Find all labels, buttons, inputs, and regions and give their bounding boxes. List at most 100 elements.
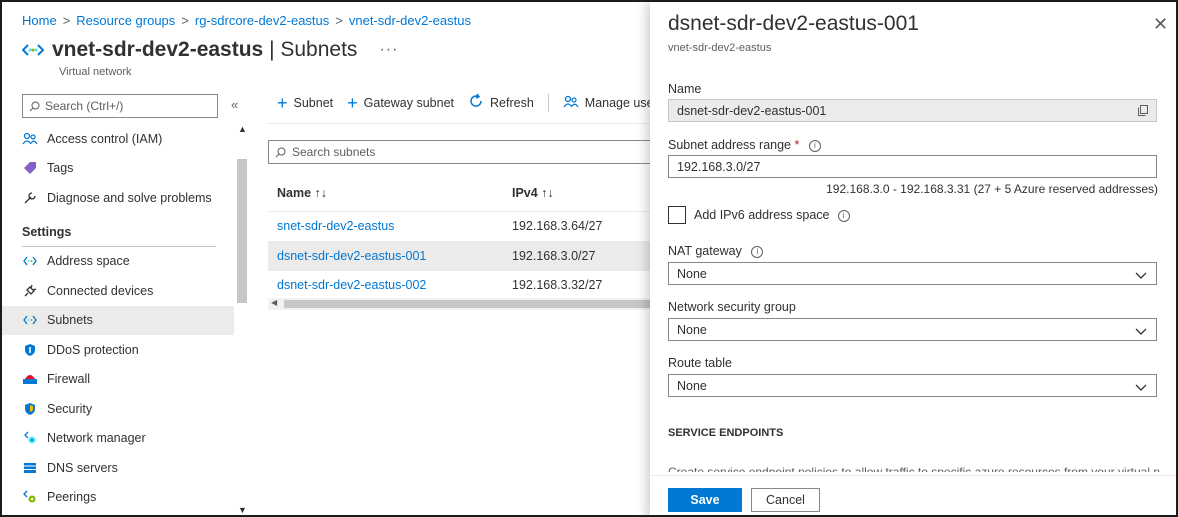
info-icon[interactable]: i (837, 209, 850, 222)
toolbar-divider (547, 93, 549, 112)
sidebar-item-security[interactable]: Security (2, 394, 234, 424)
ipv6-checkbox[interactable] (668, 206, 686, 224)
chevron-down-icon (1135, 381, 1147, 395)
cancel-button[interactable]: Cancel (751, 488, 820, 512)
pane-scrollbar[interactable] (1165, 64, 1176, 474)
vnet-icon (22, 253, 38, 269)
menu-scrollbar-thumb[interactable] (237, 159, 247, 303)
table-row[interactable]: snet-sdr-dev2-eastus 192.168.3.64/27 (268, 212, 653, 242)
menu-search-input[interactable]: Search (Ctrl+/) (22, 94, 218, 118)
search-subnets-input[interactable]: Search subnets (268, 140, 653, 164)
manage-users-button[interactable]: Manage use (563, 94, 654, 112)
service-endpoints-heading: SERVICE ENDPOINTS (668, 427, 784, 439)
service-endpoints-description: Create service endpoint policies to allo… (668, 465, 1160, 472)
subnet-name-link[interactable]: dsnet-sdr-dev2-eastus-002 (268, 278, 512, 292)
sidebar-item-tags[interactable]: Tags (2, 154, 234, 184)
sidebar-item-address-space[interactable]: Address space (2, 247, 234, 277)
chevron-down-icon (1135, 269, 1147, 283)
firewall-icon (22, 371, 38, 387)
add-gateway-subnet-button[interactable]: + Gateway subnet (347, 94, 454, 112)
copy-icon[interactable] (1138, 105, 1148, 119)
refresh-button[interactable]: Refresh (468, 93, 534, 112)
sidebar-section-settings: Settings (2, 213, 234, 247)
route-table-value: None (677, 378, 707, 393)
table-horizontal-scrollbar[interactable]: ◀ (268, 298, 653, 310)
breadcrumb-separator: > (181, 13, 189, 28)
column-header-name[interactable]: Name ↑↓ (268, 186, 512, 200)
sidebar-item-peerings[interactable]: Peerings (2, 483, 234, 513)
sidebar-item-label: Address space (47, 254, 130, 269)
sidebar-item-network-manager[interactable]: Network manager (2, 424, 234, 454)
sidebar-item-label: DNS servers (47, 460, 118, 475)
breadcrumb-home[interactable]: Home (22, 13, 57, 28)
name-field[interactable]: dsnet-sdr-dev2-eastus-001 (668, 99, 1157, 122)
more-options-button[interactable]: ··· (379, 41, 398, 59)
pane-title: dsnet-sdr-dev2-eastus-001 (668, 12, 919, 35)
nat-gateway-value: None (677, 266, 707, 281)
sidebar-item-diagnose[interactable]: Diagnose and solve problems (2, 183, 234, 213)
peerings-icon (22, 489, 38, 505)
breadcrumb-vnet[interactable]: vnet-sdr-dev2-eastus (349, 13, 471, 28)
sidebar-item-label: Network manager (47, 431, 146, 446)
subnet-name-link[interactable]: snet-sdr-dev2-eastus (268, 219, 512, 233)
breadcrumb: Home > Resource groups > rg-sdrcore-dev2-eas… (22, 13, 471, 28)
close-icon[interactable]: ✕ (1153, 14, 1168, 35)
info-icon[interactable]: i (751, 245, 764, 258)
scroll-up-icon[interactable]: ▲ (238, 124, 247, 134)
table-row[interactable]: dsnet-sdr-dev2-eastus-002 192.168.3.32/2… (268, 271, 653, 301)
subnet-details-pane: dsnet-sdr-dev2-eastus-001 vnet-sdr-dev2-… (650, 2, 1176, 515)
network-manager-icon (22, 430, 38, 446)
network-security-group-dropdown[interactable]: None (668, 318, 1157, 341)
menu-list: Access control (IAM) Tags Diagnose and s… (2, 124, 234, 512)
scroll-down-icon[interactable]: ▼ (238, 505, 247, 515)
resource-menu: Search (Ctrl+/) « Access control (IAM) T… (2, 88, 250, 515)
sidebar-item-subnets[interactable]: Subnets (2, 305, 234, 335)
ipv6-info: i (832, 208, 850, 222)
subnet-name-link[interactable]: dsnet-sdr-dev2-eastus-001 (268, 249, 512, 263)
sidebar-item-label: DDoS protection (47, 342, 139, 357)
table-row[interactable]: dsnet-sdr-dev2-eastus-001 192.168.3.0/27 (268, 241, 653, 271)
plus-icon: + (277, 92, 288, 113)
subnet-ipv4: 192.168.3.0/27 (512, 248, 596, 263)
sidebar-item-label: Peerings (47, 490, 97, 505)
page-subtitle: Virtual network (59, 66, 132, 78)
route-table-dropdown[interactable]: None (668, 374, 1157, 397)
sidebar-item-ddos-protection[interactable]: DDoS protection (2, 335, 234, 365)
breadcrumb-separator: > (335, 13, 343, 28)
breadcrumb-resource-group[interactable]: rg-sdrcore-dev2-eastus (195, 13, 329, 28)
sidebar-item-connected-devices[interactable]: Connected devices (2, 276, 234, 306)
people-icon (22, 131, 38, 147)
required-asterisk: * (794, 138, 800, 152)
collapse-menu-button[interactable]: « (231, 97, 238, 112)
ipv6-checkbox-row[interactable]: Add IPv6 address space i (668, 206, 850, 224)
save-button[interactable]: Save (668, 488, 742, 512)
name-label: Name (668, 82, 702, 96)
sidebar-item-label: Security (47, 401, 93, 416)
table-scrollbar-thumb[interactable] (284, 300, 653, 308)
breadcrumb-resource-groups[interactable]: Resource groups (76, 13, 175, 28)
command-bar: + Subnet + Gateway subnet Refresh Manage… (277, 93, 668, 112)
subnet-range-label: Subnet address range * i (668, 138, 821, 152)
add-subnet-button[interactable]: + Subnet (277, 94, 333, 112)
people-icon (563, 94, 579, 112)
security-icon (22, 401, 38, 417)
sidebar-item-access-control[interactable]: Access control (IAM) (2, 124, 234, 154)
sidebar-item-firewall[interactable]: Firewall (2, 365, 234, 395)
vnet-icon (22, 312, 38, 328)
info-icon[interactable]: i (808, 139, 821, 152)
breadcrumb-separator: > (62, 13, 71, 28)
subnet-ipv4: 192.168.3.64/27 (512, 219, 603, 234)
shield-icon (22, 342, 38, 358)
menu-scrollbar[interactable]: ▲ ▼ (236, 124, 248, 515)
subnets-table: Name ↑↓ IPv4 ↑↓ snet-sdr-dev2-eastus 192… (268, 174, 653, 301)
sidebar-item-dns-servers[interactable]: DNS servers (2, 453, 234, 483)
nat-gateway-dropdown[interactable]: None (668, 262, 1157, 285)
subnet-address-range-input[interactable]: 192.168.3.0/27 (668, 155, 1157, 178)
manage-users-label: Manage use (584, 95, 654, 110)
scroll-left-icon[interactable]: ◀ (271, 298, 277, 307)
column-header-ipv4[interactable]: IPv4 ↑↓ (512, 186, 653, 200)
page-title-resource: vnet-sdr-dev2-eastus (52, 38, 264, 61)
pane-footer: Save Cancel (650, 475, 1176, 515)
sidebar-item-label: Diagnose and solve problems (47, 190, 212, 205)
page-title-section: | Subnets (263, 38, 358, 61)
